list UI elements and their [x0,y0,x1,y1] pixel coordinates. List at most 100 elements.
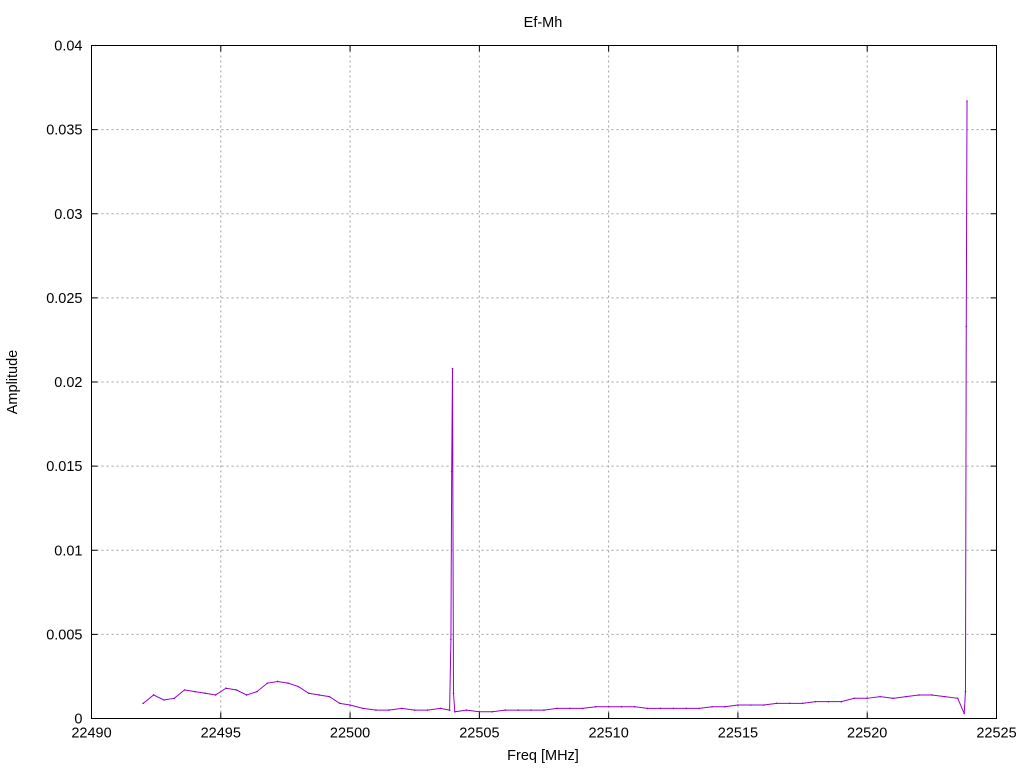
y-tick-label: 0.035 [46,123,82,139]
data-point [685,707,688,710]
grid-lines [91,45,997,719]
data-point [543,709,545,711]
data-point [801,702,804,705]
data-point [452,692,455,695]
data-point [375,709,377,711]
data-point [307,692,310,695]
data-point [556,707,558,710]
y-tick-label: 0.03 [54,207,82,223]
data-point [965,325,968,328]
data-point [276,680,279,683]
data-point [400,707,403,710]
data-point [866,697,869,700]
data-point [465,709,468,711]
x-tick-label: 22525 [976,726,1016,742]
data-point [266,682,269,684]
data-point [413,709,416,711]
data-point [318,694,320,696]
data-point [711,705,713,708]
data-point [214,694,217,696]
y-tick-label: 0.025 [46,291,82,307]
data-point [478,710,481,713]
data-point [448,709,451,711]
data-point [504,709,507,711]
data-point [142,702,145,705]
data-point [724,705,726,708]
data-point [918,694,920,696]
data-point [963,712,965,715]
data-point [451,367,454,370]
x-tick-label: 22500 [330,726,370,742]
y-tick-label: 0.01 [54,543,82,559]
data-point [173,697,176,700]
data-point [698,707,700,710]
data-point [672,707,675,710]
data-point [788,702,791,705]
data-point [737,704,739,706]
data-point [349,704,351,706]
data-point [204,692,207,695]
data-point [225,687,227,690]
data-point [827,700,830,703]
data-point [581,707,584,710]
data-point [892,697,894,700]
data-point [235,689,238,691]
data-point [450,638,452,641]
data-point [338,702,341,705]
data-point [530,709,532,711]
data-point [594,705,597,708]
data-point [879,695,881,698]
data-point [750,704,752,706]
data-point [762,704,765,706]
data-point [840,700,843,703]
data-point [814,700,817,703]
y-tick-label: 0.005 [46,627,82,643]
data-point [362,707,364,710]
data-point [659,707,662,710]
data-point [964,690,967,693]
data-point [426,709,429,711]
y-tick-label: 0.04 [54,39,82,55]
data-point [931,694,933,696]
data-point [956,697,959,700]
series-line [142,101,968,714]
data-point [450,470,453,472]
data-point [388,709,390,711]
y-tick-label: 0.015 [46,459,82,475]
x-tick-label: 22520 [847,726,887,742]
x-axis-label: Freq [MHz] [507,748,579,764]
data-point [287,682,289,684]
data-point [517,709,519,711]
data-point [853,697,856,700]
x-tick-label: 22510 [588,726,628,742]
data-point [152,694,155,696]
data-point [633,705,636,708]
x-tick-label: 22495 [201,726,241,742]
data-point [491,710,494,713]
data-point [620,705,623,708]
data-point [163,699,165,701]
data-point [245,694,248,696]
data-point [607,705,610,708]
y-tick-label: 0.02 [54,375,82,391]
data-point [194,690,196,693]
data-point [646,707,649,710]
data-point [966,100,968,102]
chart: 22490 22495 22500 22505 22510 22515 22520 22525… [5,15,1017,764]
y-tick-label: 0 [74,712,82,728]
data-point [943,695,946,698]
data-point [183,689,186,691]
y-axis-label: Amplitude [5,350,21,414]
data-point [297,685,300,688]
x-tick-label: 22515 [718,726,758,742]
data-point [328,695,331,698]
data-point [256,690,258,693]
data-point [439,707,442,710]
data-point [775,702,778,705]
x-tick-label: 22490 [71,726,111,742]
series-layer [142,100,968,715]
x-tick-label: 22505 [459,726,499,742]
data-point [905,695,907,698]
data-point [453,710,456,713]
tick-labels: 22490 22495 22500 22505 22510 22515 22520 22525… [46,39,1016,742]
